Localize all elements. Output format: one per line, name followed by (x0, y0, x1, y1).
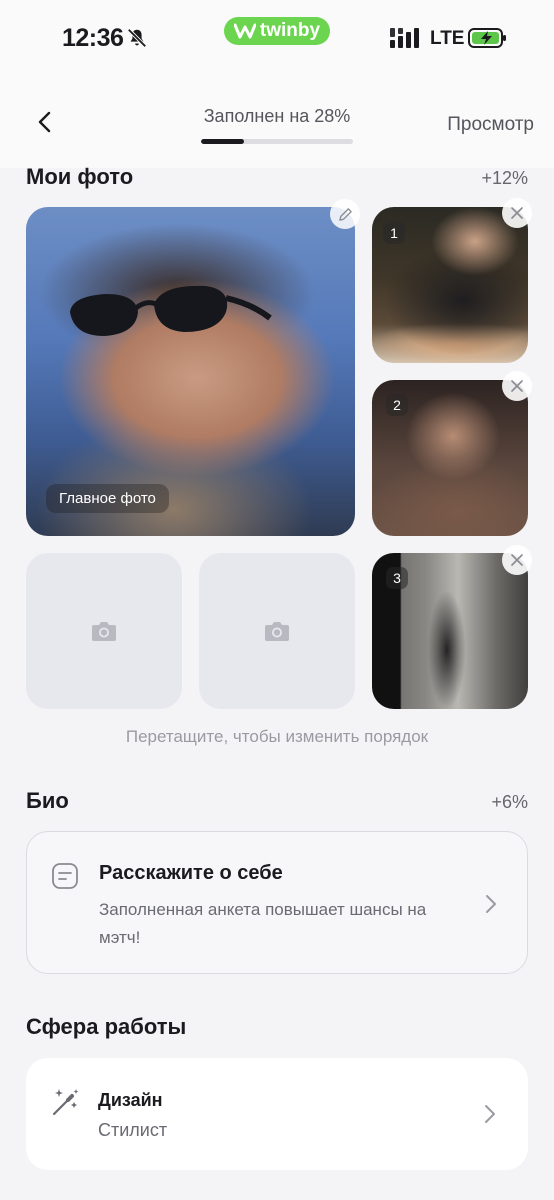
photos-bonus: +12% (481, 168, 528, 188)
magic-wand-icon (52, 1089, 79, 1116)
photos-section-title: Мои фото (26, 164, 134, 189)
close-icon (511, 380, 523, 392)
photo-order-number: 3 (386, 567, 408, 589)
close-icon (511, 207, 523, 219)
pencil-icon (338, 207, 352, 221)
preview-button[interactable]: Просмотр (447, 114, 534, 136)
camera-icon (265, 622, 289, 641)
bio-card-title: Расскажите о себе (99, 862, 283, 884)
remove-photo-button[interactable] (502, 545, 532, 575)
close-icon (511, 554, 523, 566)
photo-order-number: 2 (386, 394, 408, 416)
photo-order-number: 1 (383, 222, 405, 244)
text-note-icon (52, 863, 78, 889)
chevron-right-icon (485, 1105, 495, 1123)
battery-charging-icon (468, 28, 506, 48)
add-photo-slot[interactable] (26, 553, 182, 709)
remove-photo-button[interactable] (502, 198, 532, 228)
chevron-right-icon (486, 895, 496, 913)
work-field: Дизайн (98, 1090, 163, 1110)
signal-icon (390, 28, 419, 48)
bio-card-subtitle: Заполненная анкета повышает шансы на мэт… (99, 900, 427, 947)
network-type: LTE (430, 28, 465, 49)
clock: 12:36 (62, 24, 124, 52)
bell-muted-icon (127, 28, 147, 48)
completion-progress-fill (201, 139, 244, 144)
camera-icon (92, 622, 116, 641)
remove-photo-button[interactable] (502, 371, 532, 401)
brand-name: twinby (259, 20, 321, 41)
back-chevron-icon[interactable] (34, 110, 56, 134)
main-photo-badge: Главное фото (46, 484, 169, 513)
bio-section-title: Био (26, 788, 69, 813)
reorder-hint: Перетащите, чтобы изменить порядок (125, 727, 429, 746)
bio-bonus: +6% (491, 792, 528, 812)
completion-label: Заполнен на 28% (203, 106, 351, 126)
profile-header: Заполнен на 28% Просмотр (0, 72, 554, 168)
work-card[interactable]: Дизайн Стилист (26, 1058, 528, 1170)
work-role: Стилист (98, 1120, 168, 1140)
completion-progress-bar (201, 139, 353, 144)
status-bar: 12:36 twinby LTE (0, 0, 554, 72)
brand-logo: twinby (224, 17, 330, 45)
bio-card[interactable]: Расскажите о себе Заполненная анкета пов… (26, 831, 528, 974)
work-section-title: Сфера работы (26, 1014, 187, 1039)
add-photo-slot[interactable] (199, 553, 355, 709)
main-photo-sunglasses (70, 285, 272, 336)
edit-photo-button[interactable] (330, 199, 360, 229)
twinby-logo-icon (233, 23, 256, 39)
